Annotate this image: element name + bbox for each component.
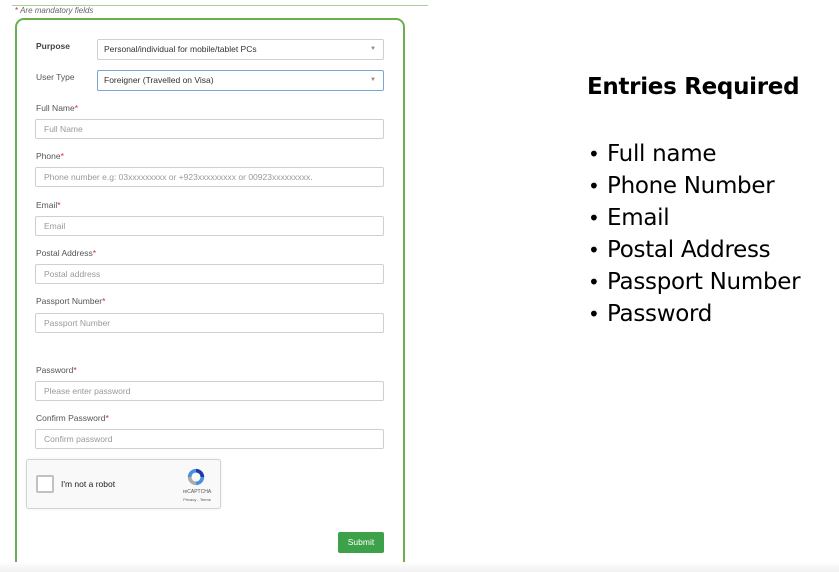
- list-item: • Passport Number: [588, 269, 801, 295]
- full-name-label: Full Name*: [36, 103, 79, 113]
- user-type-select[interactable]: Foreigner (Travelled on Visa) ▼: [97, 70, 384, 91]
- bullet-icon: •: [588, 302, 600, 326]
- purpose-select[interactable]: Personal/individual for mobile/tablet PC…: [97, 39, 384, 60]
- confirm-password-label: Confirm Password*: [36, 413, 109, 423]
- bullet-icon: •: [588, 142, 600, 166]
- email-label: Email*: [36, 200, 61, 210]
- bullet-icon: •: [588, 174, 600, 198]
- recaptcha-logo-icon: [187, 468, 205, 486]
- recaptcha-widget: I'm not a robot reCAPTCHA Privacy - Term…: [26, 459, 221, 509]
- bullet-icon: •: [588, 270, 600, 294]
- recaptcha-checkbox[interactable]: [36, 475, 54, 493]
- bullet-icon: •: [588, 238, 600, 262]
- passport-number-label: Passport Number*: [36, 296, 106, 306]
- email-field[interactable]: Email: [35, 216, 384, 236]
- recaptcha-label: I'm not a robot: [61, 479, 116, 489]
- entries-required-title: Entries Required: [587, 74, 800, 100]
- bottom-shade: [0, 562, 839, 572]
- chevron-down-icon: ▼: [370, 77, 376, 83]
- list-item: • Password: [588, 301, 713, 327]
- list-item: • Phone Number: [588, 173, 775, 199]
- chevron-down-icon: ▼: [370, 46, 376, 52]
- list-item: • Email: [588, 205, 670, 231]
- phone-label: Phone*: [36, 151, 64, 161]
- recaptcha-brand: reCAPTCHA: [182, 489, 212, 495]
- passport-number-field[interactable]: Passport Number: [35, 313, 384, 333]
- user-type-label: User Type: [36, 72, 75, 82]
- entries-required-list: • Full name • Phone Number • Email • Postal …: [588, 140, 801, 332]
- recaptcha-terms-link[interactable]: Privacy - Terms: [177, 497, 217, 502]
- list-item: • Full name: [588, 141, 717, 167]
- list-item: • Postal Address: [588, 237, 771, 263]
- mandatory-note: * Are mandatory fields: [15, 6, 94, 15]
- purpose-label: Purpose: [36, 41, 71, 51]
- bullet-icon: •: [588, 206, 600, 230]
- full-name-field[interactable]: Full Name: [35, 119, 384, 139]
- password-label: Password*: [36, 365, 77, 375]
- user-type-value: Foreigner (Travelled on Visa): [104, 75, 214, 85]
- postal-address-field[interactable]: Postal address: [35, 264, 384, 284]
- phone-field[interactable]: Phone number e.g: 03xxxxxxxxx or +923xxx…: [35, 167, 384, 187]
- password-field[interactable]: Please enter password: [35, 381, 384, 401]
- confirm-password-field[interactable]: Confirm password: [35, 429, 384, 449]
- purpose-value: Personal/individual for mobile/tablet PC…: [104, 44, 257, 54]
- submit-button[interactable]: Submit: [338, 532, 384, 553]
- postal-address-label: Postal Address*: [36, 248, 97, 258]
